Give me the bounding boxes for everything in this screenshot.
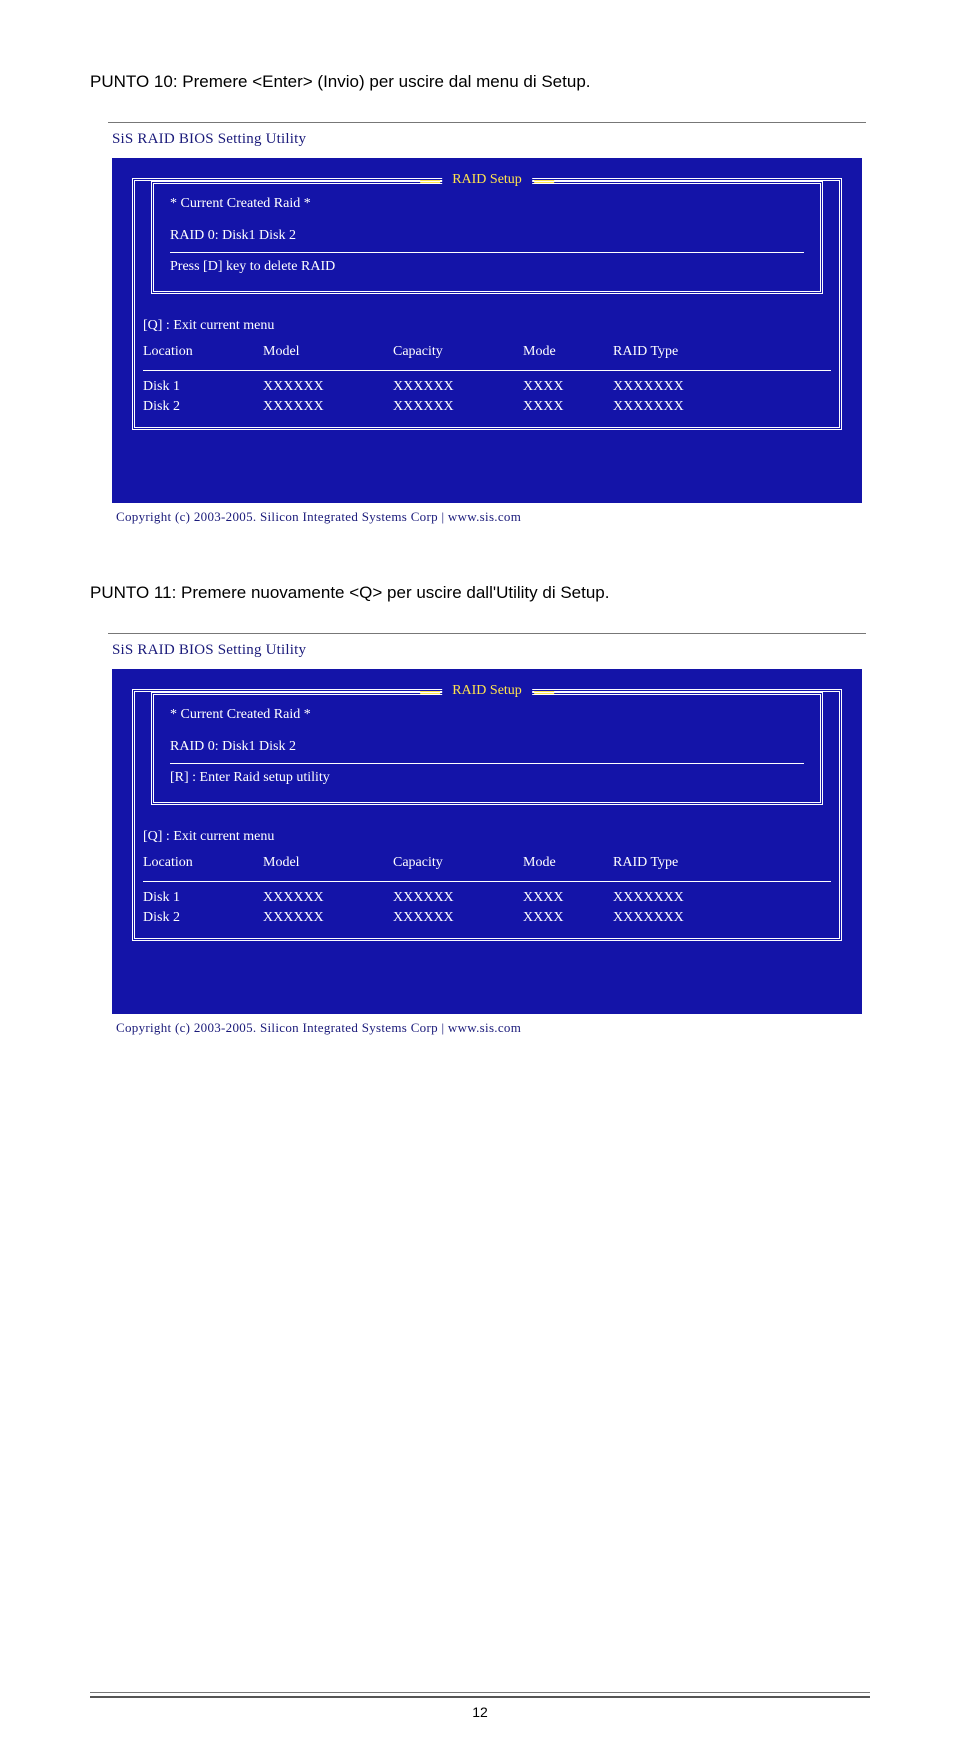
bios-screenshot-1: SiS RAID BIOS Setting Utility RAID Setup… <box>108 122 866 525</box>
th-capacity: Capacity <box>393 855 523 871</box>
raid-setup-section: RAID Setup * Current Created Raid * RAID… <box>135 181 839 304</box>
bios-outer-frame: RAID Setup * Current Created Raid * RAID… <box>132 178 842 430</box>
press-d-hint: Press [D] key to delete RAID <box>170 259 804 275</box>
bios-panel: RAID Setup * Current Created Raid * RAID… <box>112 669 862 1013</box>
step-11: PUNTO 11: Premere nuovamente <Q> per usc… <box>90 581 870 605</box>
raid-setup-inner: RAID Setup * Current Created Raid * RAID… <box>151 181 823 294</box>
step-text: Premere <Enter> (Invio) per uscire dal m… <box>182 72 590 91</box>
raid0-line: RAID 0: Disk1 Disk 2 <box>170 739 804 755</box>
raid0-line: RAID 0: Disk1 Disk 2 <box>170 228 804 244</box>
exit-hint-section: [Q] : Exit current menu Location Model C… <box>135 304 839 427</box>
bios-copyright: Copyright (c) 2003-2005. Silicon Integra… <box>112 502 862 525</box>
step-label: PUNTO 10: <box>90 72 178 91</box>
page-number: 12 <box>90 1698 870 1720</box>
disk-table: Location Model Capacity Mode RAID Type D… <box>143 342 831 417</box>
page-footer: 12 <box>90 1692 870 1720</box>
bios-title: SiS RAID BIOS Setting Utility <box>108 634 866 669</box>
table-row: Disk 2 XXXXXX XXXXXX XXXX XXXXXXX <box>143 397 831 417</box>
exit-q-hint: [Q] : Exit current menu <box>143 318 831 334</box>
bios-title: SiS RAID BIOS Setting Utility <box>108 123 866 158</box>
th-type: RAID Type <box>613 855 831 871</box>
bios-screenshot-2: SiS RAID BIOS Setting Utility RAID Setup… <box>108 633 866 1036</box>
table-row: Disk 2 XXXXXX XXXXXX XXXX XXXXXXX <box>143 908 831 928</box>
bios-panel: RAID Setup * Current Created Raid * RAID… <box>112 158 862 502</box>
th-location: Location <box>143 344 263 360</box>
th-model: Model <box>263 855 393 871</box>
current-created-label: * Current Created Raid * <box>170 707 804 723</box>
current-created-label: * Current Created Raid * <box>170 196 804 212</box>
step-10: PUNTO 10: Premere <Enter> (Invio) per us… <box>90 70 870 94</box>
raid-setup-inner: RAID Setup * Current Created Raid * RAID… <box>151 692 823 805</box>
table-header: Location Model Capacity Mode RAID Type <box>143 342 831 362</box>
exit-q-hint: [Q] : Exit current menu <box>143 829 831 845</box>
raid-setup-title: RAID Setup <box>442 173 532 187</box>
th-type: RAID Type <box>613 344 831 360</box>
th-location: Location <box>143 855 263 871</box>
disk-table: Location Model Capacity Mode RAID Type D… <box>143 853 831 928</box>
enter-r-hint: [R] : Enter Raid setup utility <box>170 770 804 786</box>
step-text: Premere nuovamente <Q> per uscire dall'U… <box>181 583 609 602</box>
step-label: PUNTO 11: <box>90 583 176 602</box>
th-model: Model <box>263 344 393 360</box>
th-mode: Mode <box>523 855 613 871</box>
table-row: Disk 1 XXXXXX XXXXXX XXXX XXXXXXX <box>143 888 831 908</box>
th-capacity: Capacity <box>393 344 523 360</box>
th-mode: Mode <box>523 344 613 360</box>
exit-hint-section: [Q] : Exit current menu Location Model C… <box>135 815 839 938</box>
bios-copyright: Copyright (c) 2003-2005. Silicon Integra… <box>112 1013 862 1036</box>
raid-setup-section: RAID Setup * Current Created Raid * RAID… <box>135 692 839 815</box>
table-row: Disk 1 XXXXXX XXXXXX XXXX XXXXXXX <box>143 377 831 397</box>
bios-outer-frame: RAID Setup * Current Created Raid * RAID… <box>132 689 842 941</box>
table-header: Location Model Capacity Mode RAID Type <box>143 853 831 873</box>
raid-setup-title: RAID Setup <box>442 684 532 698</box>
